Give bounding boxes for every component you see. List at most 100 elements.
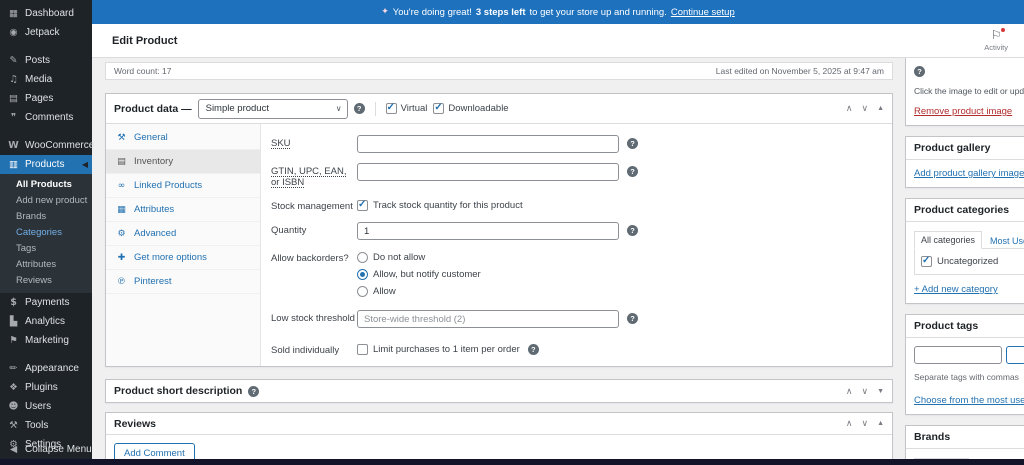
sidebar-item-products[interactable]: ▥ Products ◀ <box>0 155 92 174</box>
short-description-header[interactable]: Product short description ∧ ∨ ▼ <box>106 380 892 402</box>
help-icon[interactable] <box>627 166 638 177</box>
radio-do-not-allow[interactable]: Do not allow <box>357 252 481 263</box>
tab-most-used[interactable]: Most Used <box>990 233 1024 249</box>
tag-input[interactable] <box>914 346 1002 364</box>
divider <box>374 101 376 116</box>
limit-purchases-label: Limit purchases to 1 item per order <box>373 344 520 355</box>
help-icon[interactable] <box>353 103 365 114</box>
tab-label: Linked Products <box>134 180 203 191</box>
sidebar-item-posts[interactable]: ✎ Posts <box>0 51 92 70</box>
radio-selected-icon <box>357 269 368 280</box>
move-down-button[interactable]: ∨ <box>861 103 868 114</box>
radio-label: Allow <box>373 286 396 297</box>
help-icon[interactable] <box>527 344 539 355</box>
toggle-panel-button[interactable]: ▲ <box>877 105 884 112</box>
submenu-item-add-new-product[interactable]: Add new product <box>0 192 92 208</box>
downloadable-checkbox[interactable]: Downloadable <box>433 102 509 114</box>
low-stock-input[interactable] <box>357 310 619 328</box>
move-up-button[interactable]: ∧ <box>846 103 853 114</box>
add-new-category-link[interactable]: + Add new category <box>914 284 998 295</box>
tab-linked-products[interactable]: ∞ Linked Products <box>106 174 260 198</box>
low-stock-label: Low stock threshold <box>271 313 355 324</box>
submenu-item-attributes[interactable]: Attributes <box>0 256 92 272</box>
sidebar-item-label: Comments <box>25 112 74 123</box>
tab-inventory[interactable]: ▤ Inventory <box>106 150 260 174</box>
payments-icon: $ <box>10 297 17 308</box>
submenu-item-categories[interactable]: Categories <box>0 224 92 240</box>
sidebar-item-pages[interactable]: ▤ Pages <box>0 89 92 108</box>
admin-sidebar: ▦ Dashboard ◉ Jetpack ✎ Posts ♫ Media ▤ … <box>0 0 94 465</box>
reviews-header[interactable]: Reviews ∧ ∨ ▲ <box>106 413 892 435</box>
sidebar-item-label: Posts <box>25 55 51 66</box>
tab-get-more-options[interactable]: ✚ Get more options <box>106 246 260 270</box>
analytics-icon: ▙ <box>9 316 18 327</box>
sidebar-item-woocommerce[interactable]: W WooCommerce <box>0 136 94 155</box>
sidebar-item-users[interactable]: ☻ Users <box>0 397 92 416</box>
add-gallery-images-link[interactable]: Add product gallery images <box>914 168 1024 179</box>
chevron-down-icon: ∨ <box>335 104 342 113</box>
checkbox-checked-icon <box>357 199 368 211</box>
submenu-item-brands[interactable]: Brands <box>0 208 92 224</box>
sidebar-item-dashboard[interactable]: ▦ Dashboard <box>0 4 92 23</box>
activity-button[interactable]: ⚐ Activity <box>984 28 1008 52</box>
pinterest-icon: ℗ <box>117 276 126 287</box>
tab-general[interactable]: ⚒ General <box>106 126 260 150</box>
tab-pinterest[interactable]: ℗ Pinterest <box>106 270 260 294</box>
gtin-row: GTIN, UPC, EAN, or ISBN <box>271 163 880 188</box>
toggle-panel-button[interactable]: ▲ <box>877 420 884 427</box>
inventory-tab-content: SKU GTIN, UPC, EAN, or ISBN Stock manage… <box>261 124 892 366</box>
limit-purchases-checkbox[interactable]: Limit purchases to 1 item per order <box>357 342 520 355</box>
category-checkbox-uncategorized[interactable]: Uncategorized <box>921 255 1019 267</box>
gtin-input[interactable] <box>357 163 619 181</box>
help-icon[interactable] <box>627 138 638 149</box>
help-icon[interactable] <box>627 313 638 324</box>
sidebar-item-marketing[interactable]: ⚑ Marketing <box>0 331 92 350</box>
radio-allow-notify[interactable]: Allow, but notify customer <box>357 269 481 280</box>
sidebar-item-appearance[interactable]: ✏ Appearance <box>0 359 92 378</box>
toggle-panel-button[interactable]: ▼ <box>877 388 884 395</box>
tab-label: General <box>134 132 168 143</box>
tab-attributes[interactable]: ▦ Attributes <box>106 198 260 222</box>
help-icon[interactable] <box>248 385 260 397</box>
tab-all-categories[interactable]: All categories <box>914 231 983 249</box>
help-icon[interactable] <box>914 66 925 77</box>
sidebar-item-label: Appearance <box>25 363 79 374</box>
sku-input[interactable] <box>357 135 619 153</box>
remove-product-image-link[interactable]: Remove product image <box>914 106 1012 117</box>
submenu-item-tags[interactable]: Tags <box>0 240 92 256</box>
radio-label: Allow, but notify customer <box>373 269 481 280</box>
sidebar-item-payments[interactable]: $ Payments <box>0 293 92 312</box>
tab-label: Attributes <box>134 204 175 215</box>
right-sidebar: Click the image to edit or update Remove… <box>905 58 1024 465</box>
sidebar-item-tools[interactable]: ⚒ Tools <box>0 416 92 435</box>
tab-advanced[interactable]: ⚙ Advanced <box>106 222 260 246</box>
submenu-item-reviews[interactable]: Reviews <box>0 272 92 288</box>
sidebar-item-collapse-menu[interactable]: ◀ Collapse Menu <box>0 440 92 459</box>
move-down-button[interactable]: ∨ <box>861 418 868 429</box>
add-tag-button[interactable] <box>1006 346 1024 364</box>
sidebar-item-plugins[interactable]: ❖ Plugins <box>0 378 92 397</box>
sidebar-item-comments[interactable]: ❞ Comments <box>0 108 92 127</box>
panel-title: Product short description <box>114 385 243 397</box>
sidebar-item-label: Products <box>25 159 65 170</box>
panel-title: Product categories <box>906 199 1024 222</box>
radio-allow[interactable]: Allow <box>357 286 481 297</box>
sidebar-item-media[interactable]: ♫ Media <box>0 70 92 89</box>
radio-icon <box>357 286 368 297</box>
choose-most-used-tags-link[interactable]: Choose from the most used tags <box>914 395 1024 406</box>
move-up-button[interactable]: ∧ <box>846 418 853 429</box>
product-gallery-panel: Product gallery Add product gallery imag… <box>905 136 1024 188</box>
banner-text: to get your store up and running. <box>529 6 667 18</box>
move-up-button[interactable]: ∧ <box>846 386 853 397</box>
virtual-checkbox[interactable]: Virtual <box>385 102 427 114</box>
sidebar-item-jetpack[interactable]: ◉ Jetpack <box>0 23 92 42</box>
track-stock-checkbox[interactable]: Track stock quantity for this product <box>357 198 523 211</box>
product-type-select[interactable]: Simple product ∨ <box>197 98 348 119</box>
quantity-input[interactable] <box>357 222 619 240</box>
move-down-button[interactable]: ∨ <box>861 386 868 397</box>
products-submenu: All Products Add new product Brands Cate… <box>0 174 92 293</box>
help-icon[interactable] <box>627 225 638 236</box>
continue-setup-link[interactable]: Continue setup <box>671 7 735 18</box>
submenu-item-all-products[interactable]: All Products <box>0 176 92 192</box>
sidebar-item-analytics[interactable]: ▙ Analytics <box>0 312 92 331</box>
